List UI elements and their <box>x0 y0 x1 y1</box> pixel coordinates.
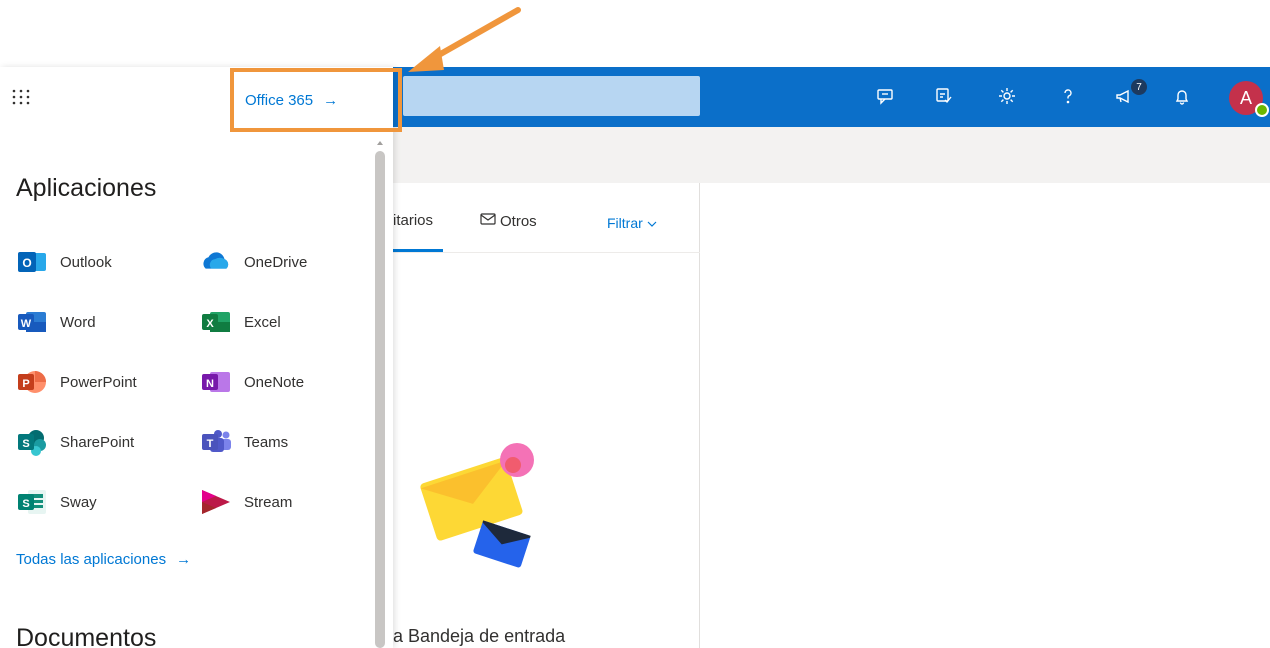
svg-text:S: S <box>22 438 29 450</box>
excel-icon: X <box>200 306 232 338</box>
app-label: SharePoint <box>60 433 135 451</box>
bell-icon[interactable] <box>1170 84 1194 108</box>
presence-status-icon <box>1255 103 1269 117</box>
svg-text:W: W <box>21 318 32 330</box>
annotation-highlight-box <box>230 68 402 132</box>
scroll-up-arrow-icon[interactable] <box>376 139 384 147</box>
chevron-down-icon <box>647 215 657 231</box>
sway-icon: S <box>16 486 48 518</box>
sharepoint-icon: S <box>16 426 48 458</box>
help-icon[interactable] <box>1056 84 1080 108</box>
search-input[interactable] <box>403 76 700 116</box>
app-launcher-waffle-icon[interactable] <box>11 87 31 107</box>
svg-text:O: O <box>22 256 31 270</box>
arrow-right-icon: → <box>176 551 192 568</box>
notification-count-badge: 7 <box>1131 79 1147 95</box>
stream-icon <box>200 486 232 518</box>
svg-text:S: S <box>22 498 29 510</box>
tab-focused[interactable]: itarios <box>393 212 433 229</box>
documents-section-title: Documentos <box>16 624 157 648</box>
empty-inbox-illustration <box>420 443 534 568</box>
empty-state-text: a Bandeja de entrada <box>393 626 566 646</box>
app-label: OneDrive <box>244 253 308 271</box>
app-label: Excel <box>244 313 281 331</box>
app-label: OneNote <box>244 373 305 391</box>
svg-text:T: T <box>207 438 214 450</box>
filter-button[interactable]: Filtrar <box>607 215 657 231</box>
scrollbar-thumb[interactable] <box>375 151 385 648</box>
todo-icon[interactable] <box>932 84 956 108</box>
app-outlook[interactable]: O Outlook <box>16 246 112 278</box>
teams-chat-icon[interactable] <box>873 84 897 108</box>
app-excel[interactable]: X Excel <box>200 306 281 338</box>
outlook-web-window: 7 A itarios Otros Filtrar a Bandeja de e… <box>0 0 1270 648</box>
mail-icon <box>480 212 496 230</box>
app-label: Sway <box>60 493 97 511</box>
outlook-icon: O <box>16 246 48 278</box>
app-label: Outlook <box>60 253 112 271</box>
svg-text:X: X <box>206 318 214 330</box>
teams-icon: T <box>200 426 232 458</box>
app-powerpoint[interactable]: P PowerPoint <box>16 366 137 398</box>
all-apps-link[interactable]: Todas las aplicaciones → <box>16 551 191 568</box>
app-sway[interactable]: S Sway <box>16 486 97 518</box>
powerpoint-icon: P <box>16 366 48 398</box>
onedrive-icon <box>200 246 232 278</box>
svg-text:P: P <box>22 378 29 390</box>
app-teams[interactable]: T Teams <box>200 426 288 458</box>
onenote-icon: N <box>200 366 232 398</box>
command-bar <box>393 127 1270 183</box>
tab-others[interactable]: Otros <box>480 212 537 230</box>
all-apps-label: Todas las aplicaciones <box>16 551 167 568</box>
annotation-arrow-icon <box>408 7 521 72</box>
tab-others-label: Otros <box>500 212 537 230</box>
app-onedrive[interactable]: OneDrive <box>200 246 307 278</box>
app-label: Word <box>60 313 96 331</box>
app-sharepoint[interactable]: S SharePoint <box>16 426 134 458</box>
app-label: Stream <box>244 493 293 511</box>
app-label: Teams <box>244 433 289 451</box>
reading-pane <box>701 183 1270 648</box>
app-stream[interactable]: Stream <box>200 486 292 518</box>
word-icon: W <box>16 306 48 338</box>
apps-section-title: Aplicaciones <box>16 174 157 202</box>
filter-label: Filtrar <box>607 215 643 231</box>
settings-gear-icon[interactable] <box>995 84 1019 108</box>
svg-text:N: N <box>206 378 214 390</box>
app-word[interactable]: W Word <box>16 306 96 338</box>
app-onenote[interactable]: N OneNote <box>200 366 304 398</box>
app-label: PowerPoint <box>60 373 137 391</box>
divider <box>393 252 700 253</box>
